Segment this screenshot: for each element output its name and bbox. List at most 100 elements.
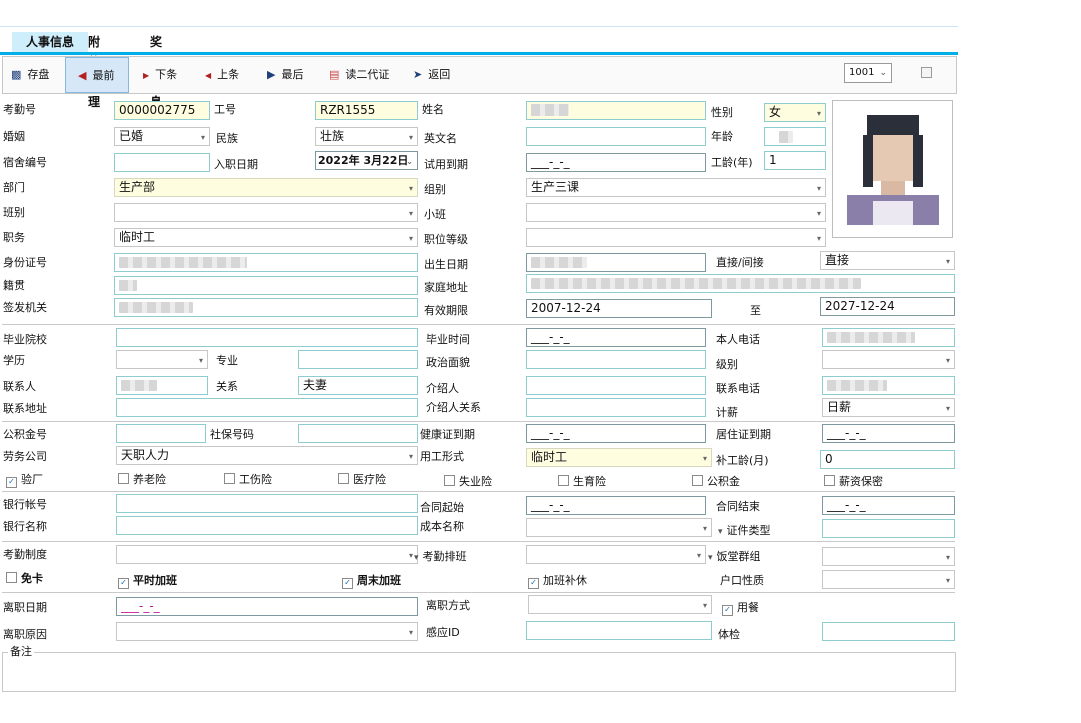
pay-type-select[interactable]: 日薪 ▾: [822, 398, 955, 417]
hukou-select[interactable]: ▾: [822, 570, 955, 589]
employment-form-select[interactable]: 临时工 ▾: [526, 448, 712, 467]
contact-phone-field[interactable]: [822, 376, 955, 395]
dorm-no-field[interactable]: [114, 153, 210, 172]
photo-face: [871, 135, 915, 181]
maternity-checkbox[interactable]: 生育险: [558, 475, 606, 489]
dropdown-arrow-icon: ▾: [702, 601, 707, 610]
attendance-schedule-select[interactable]: ▾: [526, 545, 706, 564]
bank-name-field[interactable]: [116, 516, 418, 535]
phone-field[interactable]: [822, 328, 955, 347]
introducer-field[interactable]: [526, 376, 706, 395]
weekday-overtime-checkbox[interactable]: ✓ 平时加班: [118, 574, 177, 589]
record-select[interactable]: 1001 ⌄: [844, 63, 892, 83]
tab-attachments[interactable]: 附件管理: [84, 32, 104, 109]
section-divider: [2, 421, 955, 422]
factory-check-checkbox[interactable]: ✓ 验厂: [6, 473, 43, 488]
meal-checkbox[interactable]: ✓ 用餐: [722, 601, 759, 616]
blurred-age: [779, 131, 793, 143]
political-field[interactable]: [526, 350, 706, 369]
age-field[interactable]: [764, 127, 826, 146]
tab-rewards-penalties[interactable]: 奖罚信息: [146, 32, 166, 109]
social-no-field[interactable]: [298, 424, 418, 443]
english-name-field[interactable]: [526, 127, 706, 146]
cert-type-field[interactable]: [822, 519, 955, 538]
relation-field[interactable]: 夫妻: [298, 376, 418, 395]
sub-shift-select[interactable]: ▾: [526, 203, 826, 222]
issuing-authority-field[interactable]: [114, 298, 418, 317]
direct-indirect-select[interactable]: 直接 ▾: [820, 251, 955, 270]
seniority-field[interactable]: 1: [764, 151, 826, 170]
valid-from-field[interactable]: 2007-12-24: [526, 299, 712, 318]
sensor-id-field[interactable]: [526, 621, 712, 640]
department-label: 部门: [3, 181, 25, 194]
first-record-button[interactable]: ◀ 最前: [65, 57, 129, 93]
back-button[interactable]: ➤ 返回: [413, 57, 450, 93]
weekend-overtime-checkbox[interactable]: ✓ 周末加班: [342, 574, 401, 589]
labor-company-select[interactable]: 天职人力 ▾: [116, 446, 418, 465]
fund-no-field[interactable]: [116, 424, 206, 443]
level-select[interactable]: ▾: [822, 350, 955, 369]
ethnicity-select[interactable]: 壮族 ▾: [315, 127, 418, 146]
department-select[interactable]: 生产部 ▾: [114, 178, 418, 197]
major-field[interactable]: [298, 350, 418, 369]
medical-checkbox[interactable]: 医疗险: [338, 473, 386, 487]
birth-date-field[interactable]: [526, 253, 706, 272]
attendance-system-select[interactable]: ▾: [116, 545, 418, 564]
cost-name-select[interactable]: ▾: [526, 518, 712, 537]
pension-checkbox[interactable]: 养老险: [118, 473, 166, 487]
contact-address-field[interactable]: [116, 398, 418, 417]
bank-account-field[interactable]: [116, 494, 418, 513]
gender-select[interactable]: 女 ▾: [764, 103, 826, 122]
school-field[interactable]: [116, 328, 418, 347]
id-card-field[interactable]: [114, 253, 418, 272]
health-cert-field[interactable]: ___-_-_: [526, 424, 706, 443]
dropdown-arrow-icon: ▾: [408, 133, 413, 142]
next-record-button[interactable]: ▶ 下条: [143, 57, 177, 93]
salary-secret-checkbox[interactable]: 薪资保密: [824, 475, 883, 489]
checkup-field[interactable]: [822, 622, 955, 641]
contact-field[interactable]: [116, 376, 208, 395]
cost-name-label: 成本名称: [420, 520, 464, 533]
overtime-comp-checkbox[interactable]: ✓ 加班补休: [528, 574, 587, 589]
attendance-system-label: 考勤制度: [3, 548, 47, 561]
name-field[interactable]: [526, 101, 706, 120]
valid-to-field[interactable]: 2027-12-24: [820, 297, 955, 316]
save-button[interactable]: ▩ 存盘: [11, 57, 49, 93]
prev-record-button[interactable]: ◀ 上条: [205, 57, 239, 93]
marriage-select[interactable]: 已婚 ▾: [114, 127, 210, 146]
hire-date-picker[interactable]: 2022年 3月22日 ⌄: [315, 151, 418, 170]
tab-personnel-info[interactable]: 人事信息: [12, 32, 88, 52]
shift-label: 班别: [3, 206, 25, 219]
shift-select[interactable]: ▾: [114, 203, 418, 222]
position-select[interactable]: 临时工 ▾: [114, 228, 418, 247]
contract-start-field[interactable]: ___-_-_: [526, 496, 706, 515]
work-no-field[interactable]: RZR1555: [315, 101, 418, 120]
read-id-card-button[interactable]: ▤ 读二代证: [329, 57, 389, 93]
home-address-field[interactable]: [526, 274, 955, 293]
residence-permit-field[interactable]: ___-_-_: [822, 424, 955, 443]
leave-method-label: 离职方式: [426, 599, 470, 612]
remark-box[interactable]: [2, 652, 956, 692]
native-place-field[interactable]: [114, 276, 418, 295]
toolbar-checkbox[interactable]: [921, 67, 932, 78]
grad-time-field[interactable]: ___-_-_: [526, 328, 706, 347]
no-punch-checkbox[interactable]: 免卡: [6, 572, 43, 586]
social-no-label: 社保号码: [210, 428, 254, 441]
introducer-relation-field[interactable]: [526, 398, 706, 417]
injury-checkbox[interactable]: 工伤险: [224, 473, 272, 487]
makeup-seniority-field[interactable]: 0: [820, 450, 955, 469]
photo-collar: [873, 201, 913, 225]
canteen-group-select[interactable]: ▾: [822, 547, 955, 566]
leave-date-field[interactable]: ___-_-_: [116, 597, 418, 616]
leave-method-select[interactable]: ▾: [528, 595, 712, 614]
unemployment-checkbox[interactable]: 失业险: [444, 475, 492, 489]
housing-fund-checkbox[interactable]: 公积金: [692, 475, 740, 489]
leave-reason-select[interactable]: ▾: [116, 622, 418, 641]
education-select[interactable]: ▾: [116, 350, 208, 369]
probation-end-field[interactable]: ___-_-_: [526, 153, 706, 172]
attendance-no-field[interactable]: 0000002775: [114, 101, 210, 120]
group-select[interactable]: 生产三课 ▾: [526, 178, 826, 197]
contract-end-field[interactable]: ___-_-_: [822, 496, 955, 515]
position-level-select[interactable]: ▾: [526, 228, 826, 247]
last-record-button[interactable]: ▶ 最后: [267, 57, 303, 93]
